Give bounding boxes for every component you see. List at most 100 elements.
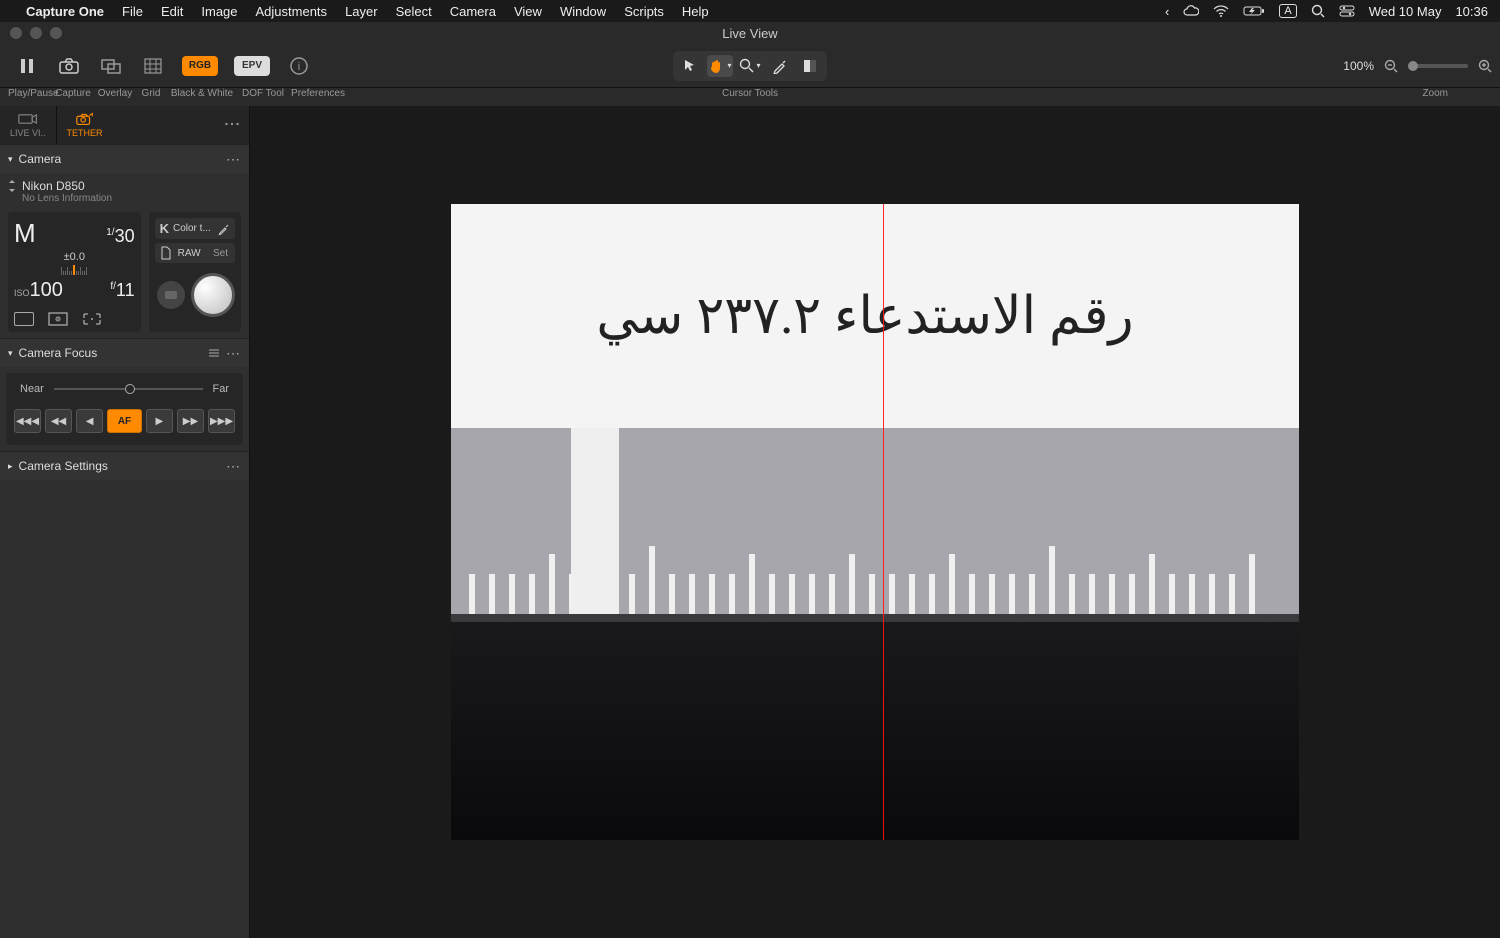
camera-focus-panel: ▾ Camera Focus ⋯ Near Far ◀◀◀ ◀◀ ◀ AF: [0, 338, 249, 451]
tab-live-view[interactable]: LIVE VI..: [0, 106, 56, 144]
focus-far-large-button[interactable]: ▶▶▶: [208, 409, 235, 433]
dark-region: [451, 614, 1299, 840]
menu-image[interactable]: Image: [201, 4, 237, 19]
zoom-value: 100%: [1343, 59, 1374, 73]
overlay-button[interactable]: [92, 53, 130, 79]
label-overlay: Overlay: [94, 88, 136, 99]
lens-info: No Lens Information: [22, 193, 241, 204]
sidebar-tabs-more-icon[interactable]: ⋮: [222, 116, 241, 133]
focus-near-small-button[interactable]: ◀: [76, 409, 103, 433]
ev-compensation[interactable]: ±0.0: [14, 251, 135, 263]
menu-edit[interactable]: Edit: [161, 4, 183, 19]
pointer-tool[interactable]: [677, 55, 703, 77]
camera-name[interactable]: Nikon D850: [8, 179, 241, 193]
traffic-lights: [0, 27, 62, 39]
menu-select[interactable]: Select: [396, 4, 432, 19]
vertical-guide-line: [883, 204, 884, 840]
focus-panel-header[interactable]: ▾ Camera Focus ⋯: [0, 339, 249, 367]
exposure-readout: M 1/30 ±0.0 ISO100 f/11: [8, 212, 141, 332]
sidebar-tabs: LIVE VI.. TETHER ⋮: [0, 106, 249, 144]
focus-slider[interactable]: [54, 388, 203, 390]
rgb-toggle[interactable]: RGB: [176, 54, 224, 78]
capture-button[interactable]: [50, 53, 88, 79]
shutter-speed[interactable]: 1/30: [106, 226, 134, 247]
ev-scale: [14, 265, 135, 275]
play-pause-button[interactable]: [8, 53, 46, 79]
focus-mask-tool[interactable]: [797, 55, 823, 77]
toolbar: RGB EPV i ▾ ▾ 100%: [0, 44, 1500, 88]
search-icon[interactable]: [1311, 4, 1325, 18]
menu-camera[interactable]: Camera: [450, 4, 496, 19]
eyedropper-icon[interactable]: [218, 223, 230, 235]
live-view-viewer[interactable]: رقم الاستدعاء ٢٣٧.٢ سي: [250, 106, 1500, 938]
metering-icon[interactable]: [48, 312, 68, 326]
menu-help[interactable]: Help: [682, 4, 709, 19]
grid-button[interactable]: [134, 53, 172, 79]
toolbar-labels: Play/Pause Capture Overlay Grid Black & …: [0, 88, 1500, 106]
zoom-slider[interactable]: [1408, 64, 1468, 68]
window-titlebar: Live View: [0, 22, 1500, 44]
label-grid: Grid: [136, 88, 166, 99]
menubar-time[interactable]: 10:36: [1455, 4, 1488, 19]
menu-app[interactable]: Capture One: [26, 4, 104, 19]
panel-more-icon[interactable]: ⋯: [226, 458, 241, 475]
zoom-in-icon[interactable]: [1478, 59, 1492, 73]
set-button[interactable]: Set: [213, 248, 230, 259]
chevron-down-icon: ▾: [8, 348, 13, 359]
panel-more-icon[interactable]: ⋯: [226, 345, 241, 362]
white-balance-picker-tool[interactable]: [767, 55, 793, 77]
settings-panel-header[interactable]: ▸ Camera Settings ⋯: [0, 452, 249, 480]
menu-layer[interactable]: Layer: [345, 4, 378, 19]
exposure-mode[interactable]: M: [14, 218, 36, 249]
chevron-down-icon: ▾: [8, 154, 13, 165]
list-icon[interactable]: [208, 348, 220, 358]
camera-panel: ▾ Camera ⋯ Nikon D850 No Lens Informatio…: [0, 144, 249, 338]
label-zoom: Zoom: [1422, 88, 1448, 99]
epv-toggle[interactable]: EPV: [228, 54, 276, 78]
document-text-region: رقم الاستدعاء ٢٣٧.٢ سي: [451, 204, 1299, 428]
white-balance-selector[interactable]: K Color t...: [155, 218, 235, 239]
menu-view[interactable]: View: [514, 4, 542, 19]
battery-icon[interactable]: [1243, 5, 1265, 17]
menu-scripts[interactable]: Scripts: [624, 4, 664, 19]
panel-more-icon[interactable]: ⋯: [226, 151, 241, 168]
shutter-release-button[interactable]: [191, 273, 235, 317]
zoom-window-button[interactable]: [50, 27, 62, 39]
label-prefs: Preferences: [288, 88, 348, 99]
movie-record-button[interactable]: [157, 281, 185, 309]
camera-settings-panel: ▸ Camera Settings ⋯: [0, 451, 249, 480]
menubar-date[interactable]: Wed 10 May: [1369, 4, 1442, 19]
chevron-left-icon[interactable]: ‹: [1165, 4, 1169, 19]
zoom-tool[interactable]: ▾: [737, 55, 763, 77]
label-cursor-tools: Cursor Tools: [722, 88, 778, 99]
zoom-out-icon[interactable]: [1384, 59, 1398, 73]
label-bw: Black & White: [166, 88, 238, 99]
autofocus-button[interactable]: AF: [107, 409, 142, 433]
tab-tether[interactable]: TETHER: [57, 106, 113, 144]
pan-tool[interactable]: ▾: [707, 55, 733, 77]
camera-panel-header[interactable]: ▾ Camera ⋯: [0, 145, 249, 173]
preferences-button[interactable]: i: [280, 53, 318, 79]
focus-far-small-button[interactable]: ▶: [146, 409, 173, 433]
file-icon: [160, 246, 172, 260]
focus-far-medium-button[interactable]: ▶▶: [177, 409, 204, 433]
af-area-icon[interactable]: [82, 312, 102, 326]
menu-adjustments[interactable]: Adjustments: [256, 4, 328, 19]
control-center-icon[interactable]: [1339, 5, 1355, 17]
minimize-window-button[interactable]: [30, 27, 42, 39]
focus-near-medium-button[interactable]: ◀◀: [45, 409, 72, 433]
wifi-icon[interactable]: [1213, 5, 1229, 17]
iso-value[interactable]: ISO100: [14, 279, 63, 302]
label-capture: Capture: [52, 88, 94, 99]
file-format-selector[interactable]: RAW Set: [155, 243, 235, 263]
menu-file[interactable]: File: [122, 4, 143, 19]
focus-near-large-button[interactable]: ◀◀◀: [14, 409, 41, 433]
cloud-icon[interactable]: [1183, 5, 1199, 17]
close-window-button[interactable]: [10, 27, 22, 39]
aperture-value[interactable]: f/11: [110, 280, 134, 301]
focus-far-label: Far: [213, 383, 230, 395]
left-sidebar: LIVE VI.. TETHER ⋮ ▾ Camera ⋯ Nikon D850: [0, 106, 250, 938]
image-area-icon[interactable]: [14, 312, 34, 326]
input-mode-icon[interactable]: A: [1279, 4, 1296, 18]
menu-window[interactable]: Window: [560, 4, 606, 19]
